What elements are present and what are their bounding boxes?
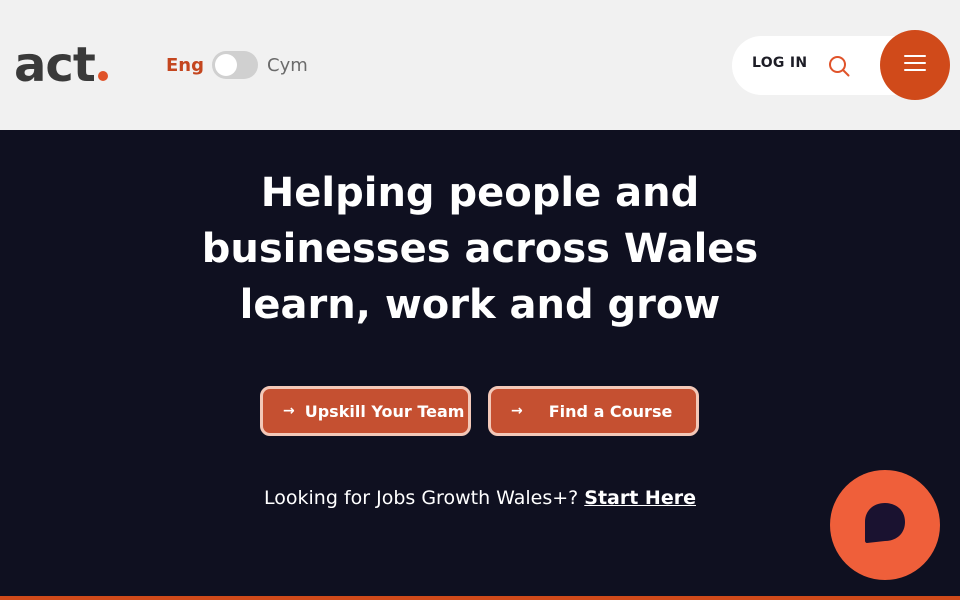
chat-button[interactable] — [830, 470, 940, 580]
button-label: Find a Course — [548, 401, 673, 421]
login-link[interactable]: LOG IN — [752, 55, 807, 71]
arrow-right-icon: → — [283, 403, 295, 419]
upskill-your-team-button[interactable]: → Upskill Your Team — [260, 386, 471, 436]
arrow-right-icon: → — [511, 403, 523, 419]
bottom-accent-bar — [0, 596, 960, 600]
jobs-growth-wales-prompt: Looking for Jobs Growth Wales+? Start He… — [200, 487, 760, 509]
search-icon[interactable] — [827, 54, 851, 78]
language-cym-label[interactable]: Cym — [267, 55, 308, 76]
site-header: act Eng Cym LOG IN — [0, 0, 960, 130]
button-label: Upskill Your Team — [304, 401, 465, 421]
start-here-link[interactable]: Start Here — [584, 487, 696, 509]
language-switcher: Eng Cym — [166, 50, 308, 80]
hamburger-menu-icon — [904, 54, 926, 76]
language-toggle[interactable] — [212, 51, 258, 79]
hero-title: Helping people and businesses across Wal… — [201, 170, 759, 328]
menu-button[interactable] — [880, 30, 950, 100]
chat-bubble-icon — [862, 500, 908, 550]
act-logo[interactable]: act — [14, 40, 108, 90]
logo-dot — [97, 71, 108, 81]
find-a-course-button[interactable]: → Find a Course — [488, 386, 699, 436]
logo-text: act — [14, 37, 96, 93]
language-eng-label[interactable]: Eng — [166, 55, 204, 76]
jobs-text: Looking for Jobs Growth Wales+? — [264, 487, 579, 509]
toggle-knob — [215, 54, 237, 76]
